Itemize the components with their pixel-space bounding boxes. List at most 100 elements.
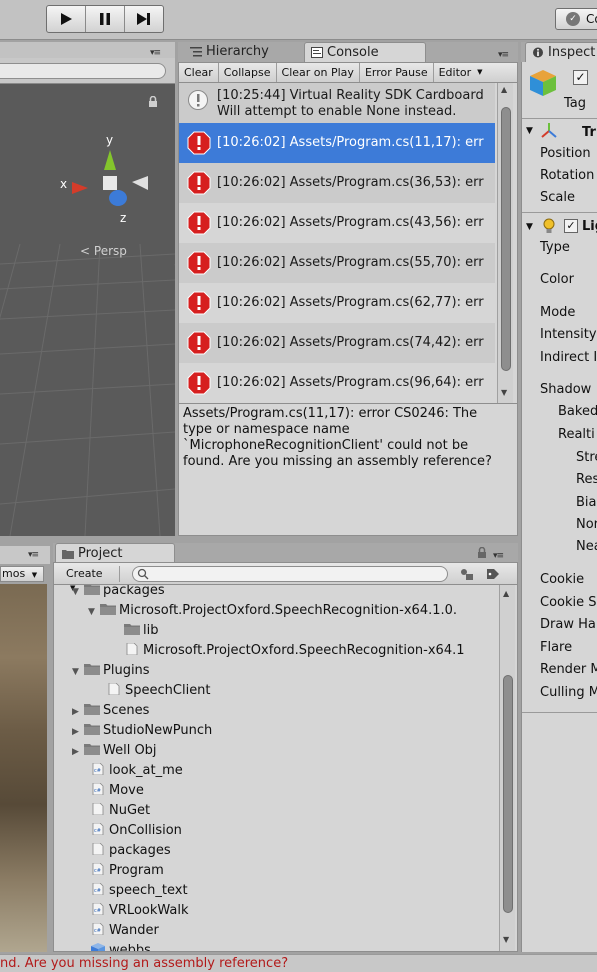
pause-button[interactable] bbox=[86, 6, 125, 32]
console-entry-error[interactable]: [10:26:02] Assets/Program.cs(43,56): err bbox=[179, 203, 495, 243]
project-item[interactable]: ▶ Scenes bbox=[72, 701, 149, 721]
create-dropdown[interactable]: Create ▼ bbox=[62, 566, 120, 592]
scroll-up-icon[interactable]: ▲ bbox=[503, 589, 509, 598]
console-scrollbar-thumb[interactable] bbox=[501, 107, 511, 371]
info-icon bbox=[533, 47, 543, 58]
project-item-label: Plugins bbox=[103, 663, 150, 678]
clear-on-play-button[interactable]: Clear on Play bbox=[277, 63, 360, 82]
game-panel-menu-icon[interactable]: ▾≡ bbox=[28, 550, 39, 560]
project-item[interactable]: lib bbox=[124, 621, 158, 641]
console-panel-menu-icon[interactable]: ▾≡ bbox=[498, 50, 509, 60]
collapsed-arrow-icon[interactable]: ▶ bbox=[72, 722, 84, 742]
project-item[interactable]: webbs bbox=[90, 941, 151, 951]
project-item[interactable]: ▼ Microsoft.ProjectOxford.SpeechRecogniti… bbox=[88, 601, 457, 621]
collapse-triangle-icon[interactable]: ▼ bbox=[526, 126, 533, 136]
expanded-arrow-icon[interactable]: ▼ bbox=[72, 662, 84, 682]
scene-viewport[interactable]: y x z < Persp bbox=[0, 84, 175, 536]
console-entry-error[interactable]: [10:26:02] Assets/Program.cs(11,17): err bbox=[179, 123, 495, 163]
project-scrollbar-thumb[interactable] bbox=[503, 675, 513, 913]
scroll-down-icon[interactable]: ▼ bbox=[503, 935, 509, 944]
project-item[interactable]: c# look_at_me bbox=[90, 761, 183, 781]
svg-text:c#: c# bbox=[94, 928, 101, 934]
light-enabled-checkbox[interactable]: ✓ bbox=[564, 219, 578, 233]
tab-project[interactable]: Project bbox=[55, 543, 175, 563]
filter-label-icon[interactable] bbox=[484, 566, 502, 582]
project-item[interactable]: SpeechClient bbox=[106, 681, 211, 701]
chevron-down-icon: ▼ bbox=[31, 571, 38, 579]
scroll-up-icon[interactable]: ▲ bbox=[501, 85, 507, 94]
console-entry-error[interactable]: [10:26:02] Assets/Program.cs(74,42): err bbox=[179, 323, 495, 363]
project-item[interactable]: c# Program bbox=[90, 861, 164, 881]
collapsed-arrow-icon[interactable]: ▶ bbox=[72, 742, 84, 762]
collapse-triangle-icon[interactable]: ▼ bbox=[526, 222, 533, 232]
project-item[interactable]: c# OnCollision bbox=[90, 821, 182, 841]
tab-console[interactable]: Console bbox=[304, 42, 426, 62]
tab-hierarchy[interactable]: Hierarchy bbox=[184, 42, 277, 62]
project-item[interactable]: c# VRLookWalk bbox=[90, 901, 189, 921]
scene-search-input[interactable] bbox=[0, 63, 166, 79]
lock-icon[interactable] bbox=[477, 547, 487, 559]
expanded-arrow-icon[interactable]: ▼ bbox=[88, 602, 100, 622]
clear-button[interactable]: Clear bbox=[179, 63, 219, 82]
svg-text:c#: c# bbox=[94, 888, 101, 894]
project-item[interactable]: Microsoft.ProjectOxford.SpeechRecognitio… bbox=[124, 641, 465, 661]
collab-button[interactable]: ✓ Co bbox=[555, 8, 597, 30]
console-scrollbar[interactable]: ▲ ▼ bbox=[497, 83, 513, 403]
project-item-label: packages bbox=[103, 585, 165, 598]
gizmos-label: mos bbox=[2, 567, 26, 580]
project-item[interactable]: c# speech_text bbox=[90, 881, 188, 901]
resolution-label: Res bbox=[576, 472, 597, 487]
play-button[interactable] bbox=[47, 6, 86, 32]
svg-text:c#: c# bbox=[94, 828, 101, 834]
gizmos-dropdown[interactable]: mos ▼ bbox=[0, 566, 44, 582]
console-entry-error[interactable]: [10:26:02] Assets/Program.cs(62,77): err bbox=[179, 283, 495, 323]
collapsed-arrow-icon[interactable]: ▶ bbox=[72, 702, 84, 722]
scroll-down-icon[interactable]: ▼ bbox=[501, 388, 507, 397]
console-entry-error[interactable]: [10:26:02] Assets/Program.cs(36,53): err bbox=[179, 163, 495, 203]
project-item[interactable]: c# Move bbox=[90, 781, 144, 801]
project-search-input[interactable] bbox=[132, 566, 448, 582]
game-viewport[interactable] bbox=[0, 584, 47, 952]
active-checkbox[interactable]: ✓ bbox=[573, 70, 588, 85]
project-item[interactable]: NuGet bbox=[90, 801, 150, 821]
console-entry-error[interactable]: [10:26:02] Assets/Program.cs(55,70): err bbox=[179, 243, 495, 283]
filter-type-icon[interactable] bbox=[458, 566, 476, 582]
step-button[interactable] bbox=[125, 6, 163, 32]
project-scrollbar[interactable]: ▲ ▼ bbox=[499, 585, 515, 951]
editor-dropdown[interactable]: Editor ▼ bbox=[434, 63, 488, 82]
project-item[interactable]: ▼ packages bbox=[72, 585, 165, 601]
console-entry-warning[interactable]: [10:25:44] Virtual Reality SDK Cardboard… bbox=[179, 83, 495, 123]
color-label: Color bbox=[540, 272, 574, 287]
scene-panel-menu-icon[interactable]: ▾≡ bbox=[150, 48, 161, 58]
create-label: Create bbox=[66, 567, 103, 580]
status-bar[interactable]: nd. Are you missing an assembly referenc… bbox=[0, 954, 597, 972]
expanded-arrow-icon[interactable]: ▼ bbox=[72, 585, 84, 602]
console-entry-text: [10:26:02] Assets/Program.cs(96,64): err bbox=[217, 375, 484, 390]
project-panel-menu-icon[interactable]: ▾≡ bbox=[493, 551, 504, 561]
collapse-button[interactable]: Collapse bbox=[219, 63, 277, 82]
console-entry-error[interactable]: [10:26:02] Assets/Program.cs(96,64): err bbox=[179, 363, 495, 403]
gizmo-z-label: z bbox=[120, 211, 126, 225]
draw-halo-label: Draw Ha bbox=[540, 617, 596, 632]
perspective-toggle[interactable]: < Persp bbox=[80, 244, 127, 258]
project-item-label: lib bbox=[143, 623, 159, 638]
scene-tab-row: ▾≡ bbox=[0, 42, 175, 58]
lock-icon[interactable] bbox=[148, 96, 158, 108]
project-item[interactable]: ▶ Well Obj bbox=[72, 741, 157, 761]
project-item[interactable]: c# Wander bbox=[90, 921, 159, 941]
rotation-label: Rotation bbox=[540, 168, 595, 183]
project-item[interactable]: ▶ StudioNewPunch bbox=[72, 721, 212, 741]
scene-search-bar bbox=[0, 58, 175, 84]
project-item[interactable]: packages bbox=[90, 841, 171, 861]
project-item[interactable]: ▼ Plugins bbox=[72, 661, 150, 681]
project-item-label: look_at_me bbox=[109, 763, 183, 778]
light-bulb-icon bbox=[543, 218, 555, 233]
flare-label: Flare bbox=[540, 640, 573, 655]
error-pause-button[interactable]: Error Pause bbox=[360, 63, 434, 82]
axis-gizmo[interactable]: y x z bbox=[58, 132, 158, 232]
strength-label: Stre bbox=[576, 450, 597, 465]
tab-inspector[interactable]: Inspect bbox=[525, 42, 597, 62]
gizmo-x-label: x bbox=[60, 177, 67, 191]
project-item-label: webbs bbox=[109, 943, 151, 951]
hierarchy-icon bbox=[190, 47, 202, 57]
